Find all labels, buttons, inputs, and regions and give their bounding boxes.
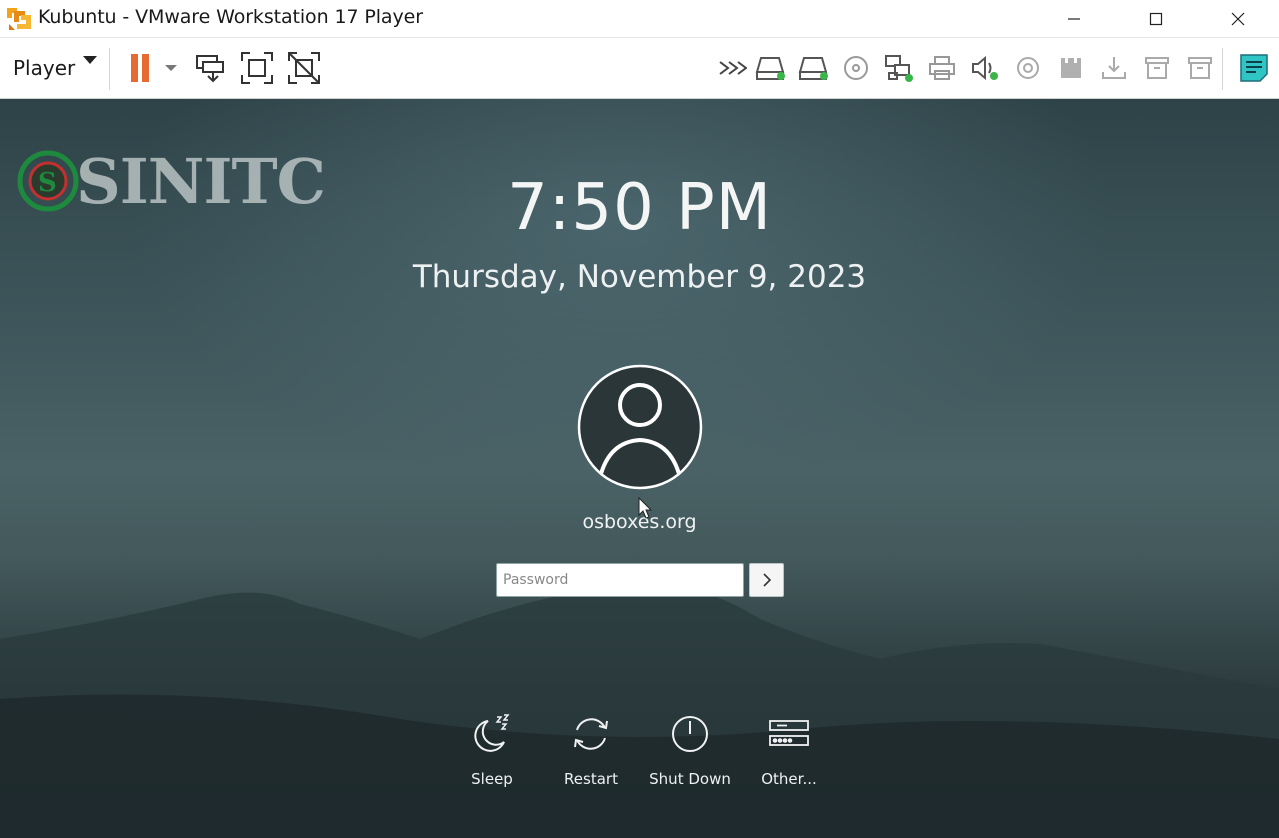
fullscreen-button[interactable]	[239, 50, 275, 86]
close-button[interactable]	[1215, 0, 1261, 37]
floppy-icon	[1017, 57, 1039, 79]
shut-down-label: Shut Down	[649, 770, 731, 788]
message-log-icon	[1240, 54, 1268, 82]
usb-download-icon	[1102, 57, 1126, 79]
unity-icon	[288, 52, 320, 84]
other-sessions-icon	[769, 720, 809, 746]
hard-disk-2-button[interactable]	[796, 50, 832, 86]
power-icon	[672, 716, 708, 752]
sound-card-button[interactable]	[967, 50, 1003, 86]
usb-download-button[interactable]	[1096, 50, 1132, 86]
printer-button[interactable]	[924, 50, 960, 86]
cd-dvd-button[interactable]	[838, 50, 874, 86]
password-input[interactable]	[496, 563, 744, 597]
more-devices-icon	[719, 61, 747, 75]
toolbar-separator	[1222, 48, 1223, 90]
login-button[interactable]	[749, 563, 784, 597]
pause-options-button[interactable]	[156, 50, 186, 86]
network-adapter-icon	[885, 55, 913, 82]
chevron-down-icon[interactable]	[82, 54, 98, 66]
other-sessions-label: Other...	[761, 770, 817, 788]
close-icon	[1231, 12, 1245, 25]
sleep-icon	[474, 714, 510, 752]
window-title: Kubuntu - VMware Workstation 17 Player	[38, 6, 423, 28]
usb-button[interactable]	[1053, 50, 1089, 86]
minimize-button[interactable]	[1051, 0, 1097, 37]
unity-button[interactable]	[286, 50, 322, 86]
archive-button[interactable]	[1139, 50, 1175, 86]
sound-card-icon	[972, 55, 998, 81]
restart-button[interactable]: Restart	[546, 712, 636, 792]
vm-display[interactable]: S SINITC 7:50 PM Thursday, November 9, 2…	[0, 99, 1279, 838]
player-menu-label: Player	[13, 56, 76, 80]
floppy-button[interactable]	[1010, 50, 1046, 86]
mouse-cursor-icon	[638, 497, 653, 519]
usb-icon	[1061, 58, 1081, 78]
chevron-right-icon	[762, 573, 771, 587]
send-ctrl-alt-del-icon	[196, 55, 224, 83]
send-ctrl-alt-del-button[interactable]	[192, 50, 228, 86]
restart-icon	[574, 718, 608, 750]
pause-button[interactable]	[122, 50, 158, 86]
more-devices-button[interactable]	[714, 50, 750, 86]
fullscreen-icon	[241, 52, 273, 84]
message-log-button[interactable]	[1236, 50, 1272, 86]
minimize-icon	[1068, 17, 1080, 20]
shut-down-button[interactable]: Shut Down	[645, 712, 735, 792]
user-avatar-icon[interactable]	[577, 364, 703, 490]
hard-disk-icon	[755, 57, 785, 80]
printer-icon	[929, 56, 955, 80]
title-bar: Kubuntu - VMware Workstation 17 Player	[0, 0, 1279, 37]
archive-2-icon	[1188, 57, 1212, 79]
maximize-button[interactable]	[1133, 0, 1179, 37]
archive-2-button[interactable]	[1182, 50, 1218, 86]
toolbar-separator	[109, 48, 110, 90]
sleep-label: Sleep	[471, 770, 513, 788]
cd-dvd-icon	[844, 56, 868, 80]
lock-clock-date: Thursday, November 9, 2023	[412, 259, 867, 295]
other-sessions-button[interactable]: Other...	[744, 712, 834, 792]
sleep-button[interactable]: Sleep	[447, 712, 537, 792]
chevron-down-icon	[165, 65, 177, 71]
restart-label: Restart	[564, 770, 618, 788]
toolbar: Player	[0, 37, 1279, 99]
pause-icon	[131, 54, 149, 82]
lock-clock-time: 7:50 PM	[507, 171, 772, 245]
network-adapter-button[interactable]	[881, 50, 917, 86]
vmware-logo-icon	[6, 5, 32, 31]
hard-disk-2-icon	[798, 57, 828, 80]
hard-disk-button[interactable]	[753, 50, 789, 86]
archive-icon	[1145, 57, 1169, 79]
maximize-icon	[1149, 12, 1163, 25]
